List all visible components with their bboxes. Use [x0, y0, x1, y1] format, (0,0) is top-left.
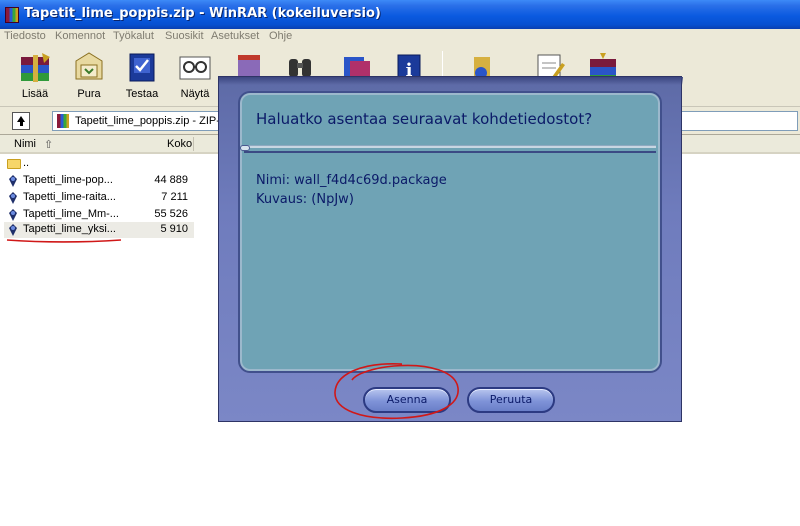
- file-size: 44 889: [154, 174, 188, 186]
- red-circle-annotation: [334, 363, 459, 420]
- file-size: 5 910: [160, 223, 188, 235]
- extract-button[interactable]: Pura: [66, 49, 112, 103]
- menu-tiedosto[interactable]: Tiedosto: [4, 30, 46, 42]
- file-size: 7 211: [161, 191, 188, 203]
- dialog-divider: [244, 145, 656, 148]
- file-name: ..: [23, 157, 30, 169]
- file-name: Tapetti_lime-raita...: [23, 191, 116, 203]
- view-button-label: Näytä: [180, 88, 210, 100]
- list-item-selected[interactable]: Tapetti_lime_yksi... 5 910: [4, 222, 194, 238]
- title-bar[interactable]: Tapetit_lime_poppis.zip - WinRAR (kokeil…: [0, 0, 800, 29]
- list-item[interactable]: Tapetti_lime_Mm-... 55 526: [4, 207, 194, 223]
- sims-package-icon: [9, 192, 17, 204]
- window-title: Tapetit_lime_poppis.zip - WinRAR (kokeil…: [24, 6, 381, 21]
- parent-folder-icon: [7, 159, 21, 169]
- menu-asetukset[interactable]: Asetukset: [211, 30, 259, 42]
- column-divider[interactable]: [193, 137, 194, 151]
- menu-ohje[interactable]: Ohje: [269, 30, 292, 42]
- test-button[interactable]: Testaa: [119, 49, 165, 103]
- column-header-size[interactable]: Koko: [167, 138, 192, 150]
- dialog-question: Haluatko asentaa seuraavat kohdetiedosto…: [256, 110, 593, 128]
- add-button[interactable]: Lisää: [12, 49, 58, 103]
- sims-package-icon: [9, 175, 17, 187]
- divider-knob: [240, 145, 250, 151]
- dialog-divider-shadow: [244, 151, 656, 153]
- zip-archive-icon: [57, 114, 69, 128]
- menu-suosikit[interactable]: Suosikit: [165, 30, 204, 42]
- file-name: Tapetti_lime_yksi...: [23, 223, 116, 235]
- sort-ascending-icon: ⇧: [44, 139, 54, 151]
- test-button-label: Testaa: [125, 88, 159, 100]
- view-button[interactable]: Näytä: [172, 49, 218, 103]
- extract-button-label: Pura: [77, 88, 101, 100]
- file-name: Tapetti_lime_Mm-...: [23, 208, 119, 220]
- dialog-top-shade: [219, 77, 683, 85]
- column-header-name[interactable]: Nimi: [14, 138, 36, 150]
- add-archive-icon: [21, 53, 50, 82]
- red-underline-annotation: [6, 239, 122, 243]
- file-list: .. Tapetti_lime-pop... 44 889 Tapetti_li…: [0, 154, 218, 526]
- view-icon: [179, 56, 211, 80]
- add-button-label: Lisää: [21, 88, 49, 100]
- up-folder-button[interactable]: [12, 112, 30, 130]
- package-description-line: Kuvaus: (NpJw): [256, 192, 354, 207]
- sims-package-icon: [9, 224, 17, 236]
- extract-icon: [75, 52, 103, 80]
- cancel-button[interactable]: Peruuta: [467, 387, 555, 413]
- address-path: Tapetit_lime_poppis.zip - ZIP-a: [75, 115, 227, 127]
- list-item[interactable]: Tapetti_lime-pop... 44 889: [4, 173, 194, 189]
- file-name: Tapetti_lime-pop...: [23, 174, 113, 186]
- test-icon: [129, 53, 155, 82]
- winrar-app-icon: [5, 7, 19, 23]
- sims-package-icon: [9, 209, 17, 221]
- file-size: 55 526: [154, 208, 188, 220]
- menu-komennot[interactable]: Komennot: [55, 30, 105, 42]
- dialog-panel: Haluatko asentaa seuraavat kohdetiedosto…: [238, 91, 662, 373]
- list-item[interactable]: ..: [4, 156, 194, 172]
- menu-bar: Tiedosto Komennot Työkalut Suosikit Aset…: [0, 29, 800, 45]
- list-item[interactable]: Tapetti_lime-raita... 7 211: [4, 190, 194, 206]
- package-name-line: Nimi: wall_f4d4c69d.package: [256, 173, 447, 188]
- menu-tyokalut[interactable]: Työkalut: [113, 30, 154, 42]
